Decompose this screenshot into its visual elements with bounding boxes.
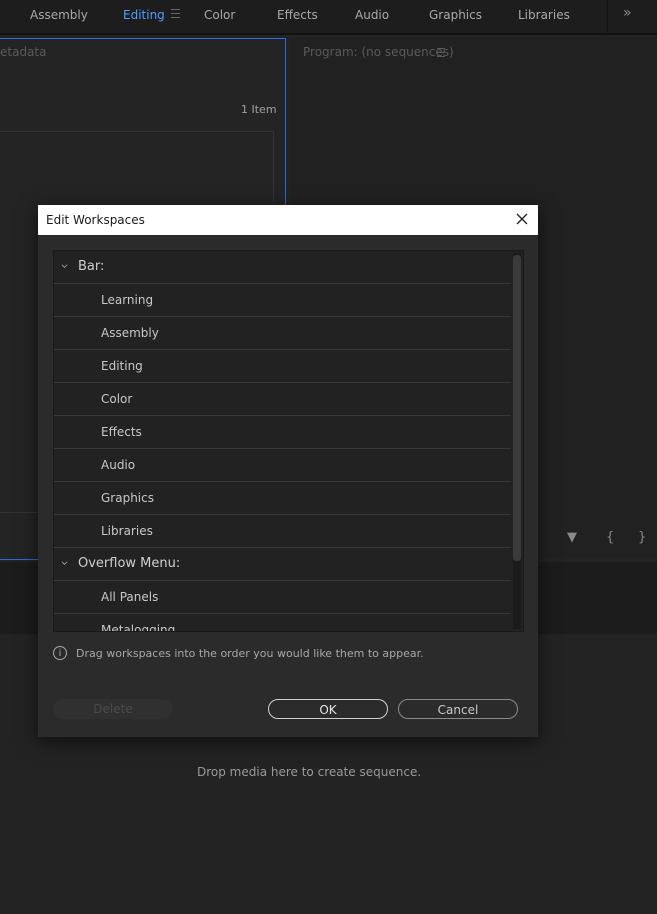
list-item-graphics[interactable]: Graphics [54,482,511,515]
list-item-label: Color [101,392,133,406]
mark-in-icon[interactable]: { [606,530,614,545]
item-count: 1 Item [241,103,277,116]
drop-media-hint: Drop media here to create sequence. [197,765,422,779]
close-icon[interactable] [514,211,530,227]
panel-menu-icon[interactable] [437,48,445,60]
workspace-menu-icon[interactable] [171,9,180,18]
list-item-metalogging[interactable]: Metalogging [54,614,511,632]
list-item-color[interactable]: Color [54,383,511,416]
group-overflow-menu[interactable]: Overflow Menu: [54,548,511,581]
workspace-tab-libraries[interactable]: Libraries [518,8,570,22]
list-item-audio[interactable]: Audio [54,449,511,482]
workspace-tab-audio[interactable]: Audio [355,8,389,22]
list-item-learning[interactable]: Learning [54,284,511,317]
divider [607,0,608,33]
list-item-label: Learning [101,293,154,307]
cancel-button[interactable]: Cancel [398,699,518,719]
workspace-bar: Assembly Editing Color Effects Audio Gra… [0,0,657,35]
scrollbar-thumb[interactable] [513,255,521,561]
mark-out-icon[interactable]: } [638,530,646,545]
edit-workspaces-dialog: Edit Workspaces Bar: Learning Assembly E… [38,205,538,737]
add-marker-icon[interactable]: ▼ [567,530,577,545]
dialog-title-bar: Edit Workspaces [38,205,538,235]
list-item-all-panels[interactable]: All Panels [54,581,511,614]
group-label: Overflow Menu: [78,556,181,571]
workspace-tab-color[interactable]: Color [204,8,235,22]
list-item-assembly[interactable]: Assembly [54,317,511,350]
list-item-label: Assembly [101,326,159,340]
panel-tab-program[interactable]: Program: (no sequences) [303,45,454,59]
list-item-effects[interactable]: Effects [54,416,511,449]
chevron-down-icon[interactable] [61,263,68,270]
list-item-editing[interactable]: Editing [54,350,511,383]
list-item-label: Libraries [101,524,153,538]
list-item-label: Effects [101,425,142,439]
panel-tab-metadata[interactable]: etadata [0,45,46,59]
list-item-label: Metalogging [101,623,176,632]
info-icon: i [53,646,67,660]
info-text: Drag workspaces into the order you would… [76,647,424,660]
workspace-tab-effects[interactable]: Effects [277,8,318,22]
overflow-chevron-icon[interactable]: » [623,5,632,21]
list-item-libraries[interactable]: Libraries [54,515,511,548]
workspace-tab-editing[interactable]: Editing [123,8,165,22]
workspace-tab-graphics[interactable]: Graphics [429,8,482,22]
dialog-title: Edit Workspaces [46,213,145,227]
list-item-label: Graphics [101,491,154,505]
ok-button[interactable]: OK [268,699,388,719]
chevron-down-icon[interactable] [61,560,68,567]
workspace-list[interactable]: Bar: Learning Assembly Editing Color Eff… [53,250,524,632]
list-item-label: All Panels [101,590,159,604]
delete-button[interactable]: Delete [53,699,173,719]
list-item-label: Audio [101,458,136,472]
workspace-tab-assembly[interactable]: Assembly [30,8,88,22]
group-bar[interactable]: Bar: [54,251,511,284]
list-item-label: Editing [101,359,143,373]
group-label: Bar: [78,259,105,274]
